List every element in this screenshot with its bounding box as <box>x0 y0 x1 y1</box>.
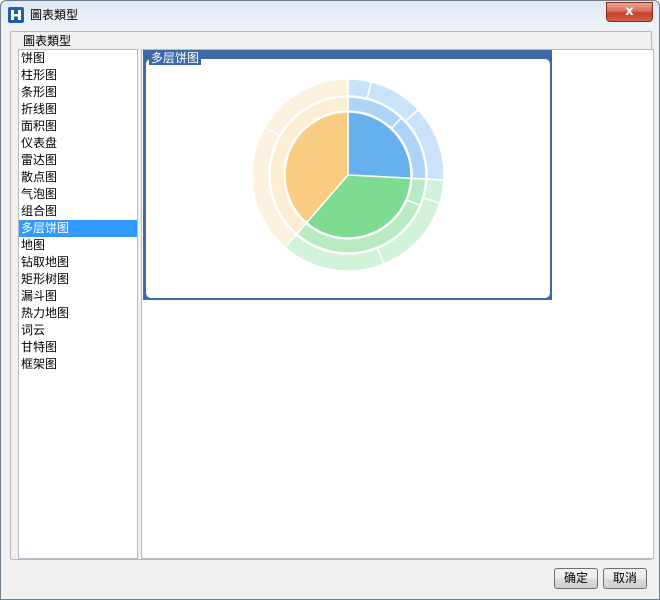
chart-type-dialog: 圖表類型 x 圖表類型 饼图 柱形图 条形图 折线图 面积图 仪表盘 雷达图 散点图 气泡图 组合… <box>0 0 660 600</box>
chart-preview-card[interactable]: 多层饼图 <box>143 50 552 300</box>
preview-frame <box>146 59 550 298</box>
title-bar: 圖表類型 x <box>1 1 659 29</box>
chart-type-item[interactable]: 条形图 <box>19 84 137 101</box>
chart-type-item[interactable]: 热力地图 <box>19 305 137 322</box>
chart-type-item[interactable]: 矩形树图 <box>19 271 137 288</box>
chart-type-item[interactable]: 饼图 <box>19 50 137 67</box>
multi-level-pie-preview <box>251 78 445 272</box>
chart-type-item[interactable]: 词云 <box>19 322 137 339</box>
preview-area: 多层饼图 <box>141 49 654 559</box>
window-title: 圖表類型 <box>30 8 79 22</box>
chart-type-item[interactable]: 甘特图 <box>19 339 137 356</box>
app-logo-icon <box>8 7 24 23</box>
chart-type-item[interactable]: 折线图 <box>19 101 137 118</box>
close-icon: x <box>625 4 634 19</box>
chart-type-group: 圖表類型 饼图 柱形图 条形图 折线图 面积图 仪表盘 雷达图 散点图 气泡图 组合图 多层饼图 地图… <box>10 31 654 560</box>
chart-type-item[interactable]: 面积图 <box>19 118 137 135</box>
chart-type-item[interactable]: 钻取地图 <box>19 254 137 271</box>
button-bar: 确定 取消 <box>1 563 659 599</box>
chart-type-list[interactable]: 饼图 柱形图 条形图 折线图 面积图 仪表盘 雷达图 散点图 气泡图 组合图 多层饼图 地图 钻取地图矩… <box>18 49 138 559</box>
chart-type-item[interactable]: 仪表盘 <box>19 135 137 152</box>
cancel-button[interactable]: 取消 <box>603 568 647 589</box>
chart-type-item[interactable]: 散点图 <box>19 169 137 186</box>
chart-type-item[interactable]: 框架图 <box>19 356 137 373</box>
chart-type-item[interactable]: 多层饼图 <box>19 220 137 237</box>
chart-type-item[interactable]: 柱形图 <box>19 67 137 84</box>
group-title: 圖表類型 <box>22 34 73 48</box>
dialog-content: 圖表類型 饼图 柱形图 条形图 折线图 面积图 仪表盘 雷达图 散点图 气泡图 组合图 多层饼图 地图… <box>6 30 654 561</box>
chart-type-item[interactable]: 雷达图 <box>19 152 137 169</box>
chart-type-item[interactable]: 漏斗图 <box>19 288 137 305</box>
chart-type-item[interactable]: 气泡图 <box>19 186 137 203</box>
ok-button[interactable]: 确定 <box>554 568 598 589</box>
close-button[interactable]: x <box>606 2 653 22</box>
preview-label: 多层饼图 <box>149 51 202 65</box>
chart-type-item[interactable]: 地图 <box>19 237 137 254</box>
chart-type-item[interactable]: 组合图 <box>19 203 137 220</box>
